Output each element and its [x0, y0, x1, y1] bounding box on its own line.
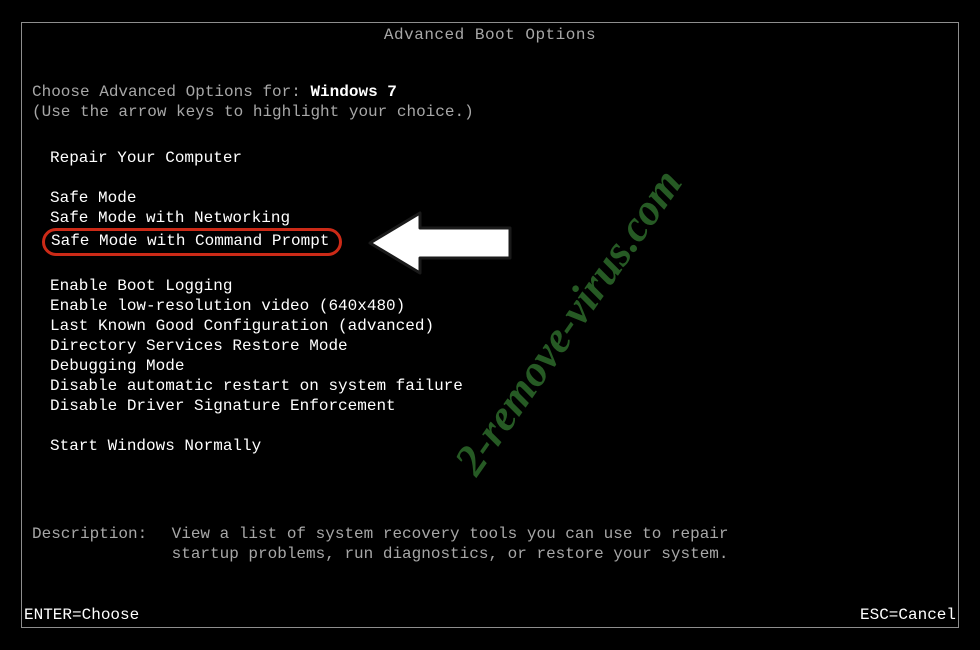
- menu-highlight: Safe Mode with Command Prompt: [42, 228, 342, 256]
- description-label: Description:: [32, 524, 162, 544]
- description-block: Description: View a list of system recov…: [32, 524, 732, 564]
- menu-item-debugging[interactable]: Debugging Mode: [50, 356, 463, 376]
- menu-item-safe-mode-networking[interactable]: Safe Mode with Networking: [50, 208, 463, 228]
- menu-item-last-known-good[interactable]: Last Known Good Configuration (advanced): [50, 316, 463, 336]
- menu-item-boot-logging[interactable]: Enable Boot Logging: [50, 276, 463, 296]
- menu-item-safe-mode-cmd[interactable]: Safe Mode with Command Prompt: [50, 228, 463, 256]
- page-title: Advanced Boot Options: [0, 26, 980, 44]
- menu-group-advanced: Enable Boot Logging Enable low-resolutio…: [50, 276, 463, 416]
- menu-item-ds-restore[interactable]: Directory Services Restore Mode: [50, 336, 463, 356]
- intro-line2: (Use the arrow keys to highlight your ch…: [32, 102, 474, 122]
- boot-menu[interactable]: Repair Your Computer Safe Mode Safe Mode…: [50, 148, 463, 476]
- menu-group-safemode: Safe Mode Safe Mode with Networking Safe…: [50, 188, 463, 256]
- menu-group-normal: Start Windows Normally: [50, 436, 463, 456]
- os-name: Windows 7: [310, 83, 396, 101]
- footer-bar: ENTER=Choose ESC=Cancel: [24, 606, 956, 624]
- menu-item-lowres-video[interactable]: Enable low-resolution video (640x480): [50, 296, 463, 316]
- menu-item-safe-mode[interactable]: Safe Mode: [50, 188, 463, 208]
- menu-item-disable-driver-sig[interactable]: Disable Driver Signature Enforcement: [50, 396, 463, 416]
- menu-item-repair[interactable]: Repair Your Computer: [50, 148, 463, 168]
- footer-enter: ENTER=Choose: [24, 606, 139, 624]
- menu-item-disable-auto-restart[interactable]: Disable automatic restart on system fail…: [50, 376, 463, 396]
- menu-item-start-normally[interactable]: Start Windows Normally: [50, 436, 463, 456]
- footer-esc: ESC=Cancel: [860, 606, 956, 624]
- intro-text: Choose Advanced Options for: Windows 7 (…: [32, 82, 474, 122]
- menu-group-repair: Repair Your Computer: [50, 148, 463, 168]
- intro-line1: Choose Advanced Options for:: [32, 83, 310, 101]
- description-text: View a list of system recovery tools you…: [172, 524, 732, 564]
